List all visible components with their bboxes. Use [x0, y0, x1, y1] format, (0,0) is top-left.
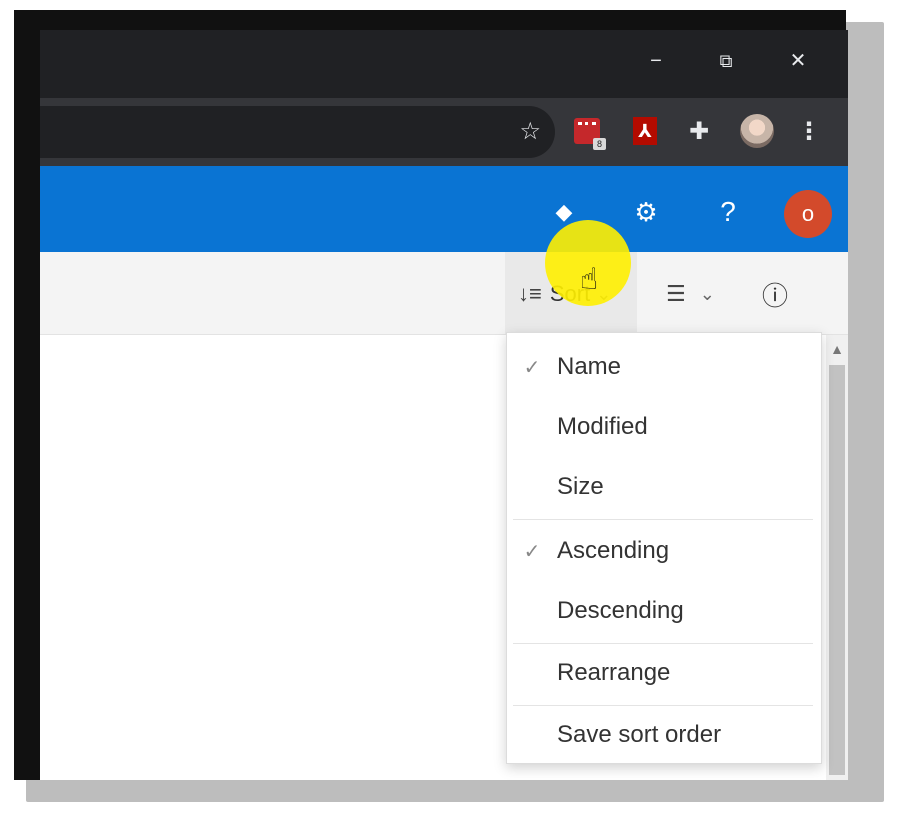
pdf-extension-icon[interactable]: ⅄ — [628, 114, 662, 148]
user-avatar[interactable]: o — [784, 190, 832, 238]
menu-item-save-sort-order[interactable]: Save sort order — [507, 707, 821, 763]
menu-item-size[interactable]: Size — [507, 459, 821, 515]
bookmark-star-icon[interactable]: ☆ — [519, 118, 541, 146]
menu-item-label: Save sort order — [557, 721, 722, 748]
title-bar: − ⧉ ✕ — [40, 30, 848, 98]
close-icon[interactable]: ✕ — [778, 44, 818, 78]
menu-item-descending[interactable]: Descending — [507, 583, 821, 639]
menu-item-label: Size — [557, 473, 604, 500]
scroll-thumb[interactable] — [829, 365, 845, 775]
menu-item-label: Rearrange — [557, 659, 671, 686]
view-list-icon: ☰ — [666, 281, 686, 306]
extensions-puzzle-icon[interactable]: ✚ — [682, 114, 716, 148]
menu-item-label: Modified — [557, 413, 648, 440]
menu-divider — [513, 643, 813, 644]
menu-item-modified[interactable]: Modified — [507, 399, 821, 455]
address-bar[interactable]: ☆ — [40, 106, 555, 158]
menu-item-label: Descending — [557, 597, 684, 624]
vertical-scrollbar[interactable]: ▲ — [826, 335, 848, 780]
hand-cursor-icon: ☝ — [580, 263, 599, 296]
menu-item-rearrange[interactable]: Rearrange — [507, 645, 821, 701]
command-bar: ↓≡ Sort ⌄ ☰ ⌄ ⓘ — [40, 252, 848, 335]
chevron-down-icon: ⌄ — [699, 283, 715, 304]
help-icon[interactable]: ? — [708, 192, 748, 232]
view-options-button[interactable]: ☰ ⌄ — [666, 274, 715, 314]
menu-item-name[interactable]: ✓ Name — [507, 339, 821, 395]
menu-divider — [513, 519, 813, 520]
sort-dropdown-menu: ✓ Name Modified Size ✓ Ascending Descend… — [506, 332, 822, 764]
menu-divider — [513, 705, 813, 706]
browser-window: − ⧉ ✕ ☆ 8 ⅄ ✚ ⋮ ◆ ⚙ ? o ↓≡ ☰ ⌄ ⓘ ▲ ✓ Nam… — [40, 30, 848, 780]
scroll-up-arrow-icon[interactable]: ▲ — [826, 341, 848, 357]
restore-icon[interactable]: ⧉ — [706, 44, 746, 78]
chrome-menu-icon[interactable]: ⋮ — [792, 114, 826, 148]
check-icon: ✓ — [523, 356, 541, 379]
minimize-icon[interactable]: − — [636, 44, 676, 78]
info-pane-icon[interactable]: ⓘ — [762, 274, 788, 314]
menu-item-label: Ascending — [557, 537, 670, 564]
browser-toolbar: ☆ 8 ⅄ ✚ ⋮ — [40, 98, 848, 166]
avatar-initial: o — [801, 201, 815, 226]
check-icon: ✓ — [523, 540, 541, 563]
menu-item-label: Name — [557, 353, 622, 380]
sort-icon: ↓≡ — [518, 281, 542, 306]
menu-item-ascending[interactable]: ✓ Ascending — [507, 523, 821, 579]
screenshot-frame: − ⧉ ✕ ☆ 8 ⅄ ✚ ⋮ ◆ ⚙ ? o ↓≡ ☰ ⌄ ⓘ ▲ ✓ Nam… — [14, 10, 848, 780]
settings-gear-icon[interactable]: ⚙ — [626, 192, 666, 232]
profile-avatar[interactable] — [740, 114, 774, 148]
extension-badge: 8 — [593, 138, 606, 150]
app-header: ◆ ⚙ ? o — [40, 166, 848, 252]
todo-extension-icon[interactable]: 8 — [570, 114, 606, 150]
